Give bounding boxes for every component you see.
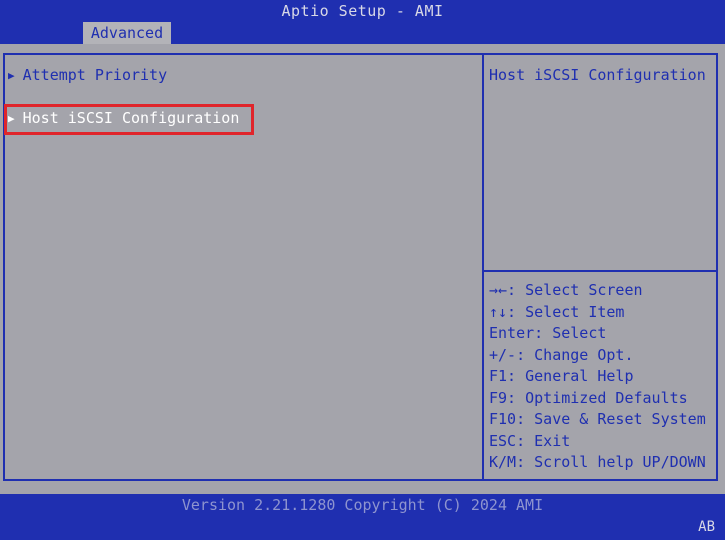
key-hint-scroll-help: K/M: Scroll help UP/DOWN [489, 453, 706, 471]
menu-item-attempt-priority[interactable]: ▶ Attempt Priority [8, 66, 167, 84]
tab-advanced[interactable]: Advanced [83, 22, 171, 44]
key-hint-optimized-defaults: F9: Optimized Defaults [489, 388, 688, 407]
key-hint-enter: Enter: Select [489, 324, 607, 342]
key-hint-select-screen: →←: Select Screen [489, 281, 643, 299]
key-legend: →←: Select Screen ↑↓: Select Item Enter:… [489, 281, 706, 475]
key-hint-select-item: ↑↓: Select Item [489, 302, 625, 321]
version-footer: Version 2.21.1280 Copyright (C) 2024 AMI [181, 496, 544, 514]
key-hint-general-help: F1: General Help [489, 367, 634, 385]
key-hint-change-opt: +/-: Change Opt. [489, 345, 634, 364]
setup-panel: ▶ Attempt Priority ▶ Host iSCSI Configur… [0, 44, 725, 494]
menu-item-label: Attempt Priority [22, 66, 168, 84]
key-hint-save-reset: F10: Save & Reset System [489, 410, 706, 428]
key-hint-exit: ESC: Exit [489, 431, 571, 450]
help-divider [484, 270, 718, 272]
corner-label: AB [698, 519, 715, 535]
menu-item-host-iscsi-configuration[interactable]: ▶ Host iSCSI Configuration [8, 109, 239, 127]
help-description: Host iSCSI Configuration [489, 66, 706, 84]
submenu-arrow-icon: ▶ [8, 68, 15, 82]
window-title: Aptio Setup - AMI [281, 2, 444, 20]
panel-divider [482, 53, 484, 481]
menu-item-label: Host iSCSI Configuration [22, 109, 240, 127]
submenu-arrow-icon: ▶ [8, 111, 15, 125]
